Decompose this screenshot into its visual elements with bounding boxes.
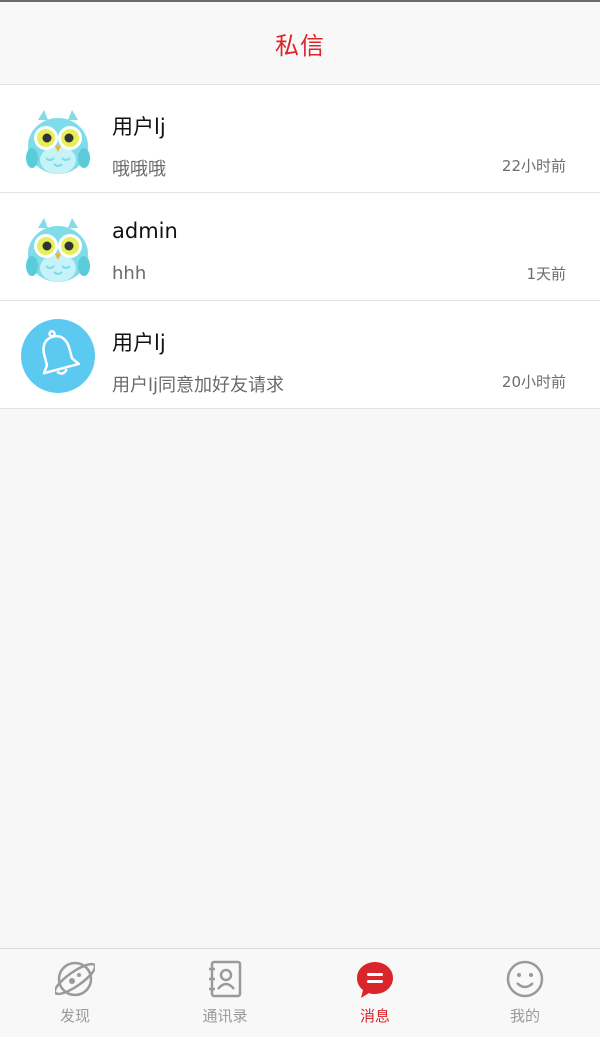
tab-messages[interactable]: 消息: [300, 949, 450, 1037]
message-row[interactable]: admin hhh 1天前: [0, 193, 600, 301]
message-preview: 用户lj同意加好友请求: [112, 375, 285, 396]
owl-icon: [26, 110, 90, 174]
contact-name: 用户lj: [112, 115, 166, 139]
page-title: 私信: [275, 31, 325, 60]
tab-profile[interactable]: 我的: [450, 949, 600, 1037]
bell-icon: [21, 319, 95, 393]
message-time: 20小时前: [501, 373, 566, 391]
tab-label: 发现: [59, 1007, 90, 1025]
contact-name: 用户lj: [112, 331, 166, 355]
message-preview: 哦哦哦: [112, 159, 166, 180]
tab-discover[interactable]: 发现: [0, 949, 150, 1037]
tab-label: 我的: [509, 1007, 540, 1025]
chat-bubble-icon: [357, 962, 393, 998]
header-bar: 私信: [0, 2, 600, 85]
contacts-icon: [209, 960, 242, 998]
message-time: 22小时前: [501, 157, 566, 175]
tab-label: 消息: [359, 1007, 390, 1025]
tab-label: 通讯录: [202, 1007, 248, 1025]
message-preview: hhh: [112, 263, 147, 284]
planet-icon: [55, 961, 95, 997]
tab-contacts[interactable]: 通讯录: [150, 949, 300, 1037]
message-row[interactable]: 用户lj 哦哦哦 22小时前: [0, 85, 600, 193]
smiley-icon: [506, 960, 544, 998]
bottom-tab-bar: 发现 通讯录 消息 我的: [0, 948, 600, 1037]
owl-icon: [26, 218, 90, 282]
message-time: 1天前: [526, 265, 566, 283]
contact-name: admin: [112, 219, 178, 243]
message-list: 用户lj 哦哦哦 22小时前 admin hhh 1天前 用户lj 用户lj同意…: [0, 85, 600, 409]
message-row[interactable]: 用户lj 用户lj同意加好友请求 20小时前: [0, 301, 600, 409]
